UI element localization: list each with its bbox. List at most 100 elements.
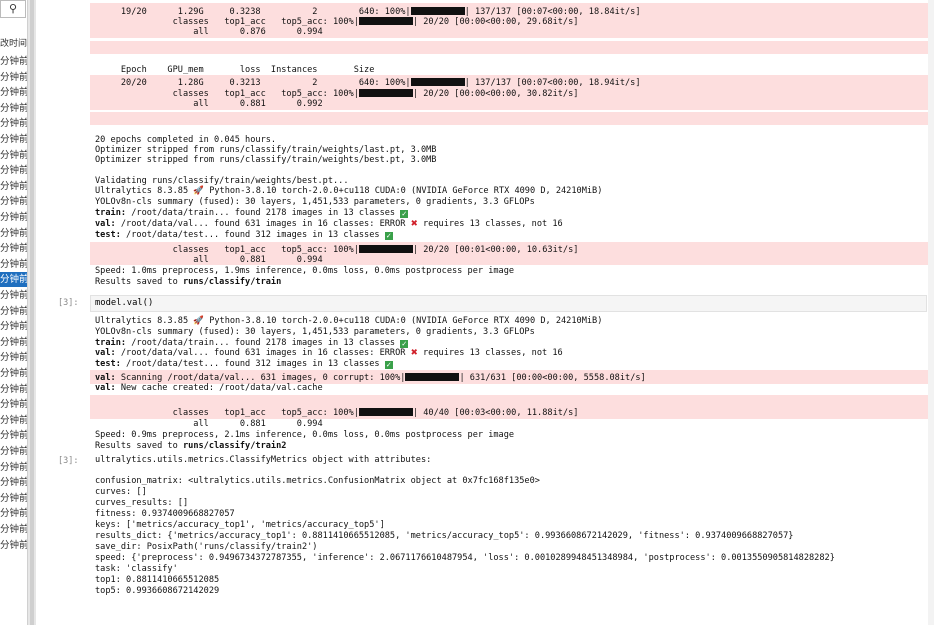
model-summary: YOLOv8n-cls summary (fused): 30 layers, … [95,327,535,337]
metrics-speed: speed: {'preprocess': 0.9496734372787355… [95,553,835,563]
file-list-item[interactable]: 分钟前 [0,272,27,288]
modified-column-header[interactable]: 改时间 [0,36,27,49]
progress-bar [358,408,413,416]
file-list-item[interactable]: 分钟前 [0,85,27,100]
speed-line: Speed: 1.0ms preprocess, 1.9ms inference… [95,266,515,276]
rocket-icon: 🚀 [193,186,205,196]
file-list-item[interactable]: 分钟前 [0,428,27,443]
metrics-curves: curves: [] [95,487,147,497]
val-classes: classes top1_acc top5_acc: 100%| | 40/40 … [95,408,579,418]
cell-prompt: [3]: [58,298,79,308]
file-list-item[interactable]: 分钟前 [0,460,27,475]
progress-bar [405,373,460,381]
file-list-item[interactable]: 分钟前 [0,350,27,365]
check-icon: ✓ [400,210,409,218]
file-browser-sidebar: ⚲ 改时间 分钟前 分钟前 分钟前 分钟前 分钟前 分钟前 分钟前 分钟前 分钟前 分钟前 分钟前分… [0,0,28,625]
file-list-item[interactable]: 分钟前 [0,319,27,334]
train-all-19: all 0.876 0.994 [95,27,323,37]
error-x-icon: ✖ [410,348,418,358]
val-dataset: val: /root/data/val... found 631 images … [95,219,563,229]
file-list-item[interactable]: 分钟前 [0,506,27,521]
metrics-curves-results: curves_results: [] [95,498,189,508]
train-header: Epoch GPU_mem loss Instances Size [95,65,375,75]
metrics-confusion: confusion_matrix: <ultralytics.utils.met… [95,476,540,486]
panel-splitter[interactable] [28,0,36,625]
val-all: all 0.881 0.994 [95,419,323,429]
train-row-20: 20/20 1.28G 0.3213 2 640: 100%| | 137/137… [95,78,641,88]
val-cache: val: New cache created: /root/data/val.c… [95,383,323,393]
file-list-item[interactable]: 分钟前 [0,288,27,303]
code-cell[interactable]: model.val() [90,295,927,312]
train-classes-19: classes top1_acc top5_acc: 100%| | 20/20 … [95,17,579,27]
train-classes-20: classes top1_acc top5_acc: 100%| | 20/20 … [95,89,579,99]
notebook-panel: 19/20 1.29G 0.3238 2 640: 100%| | 137/137… [50,0,934,625]
file-list-item[interactable]: 分钟前 [0,522,27,537]
val-classes: classes top1_acc top5_acc: 100%| | 20/20 … [95,245,579,255]
metrics-title: ultralytics.utils.metrics.ClassifyMetric… [95,455,432,465]
file-list-item[interactable]: 分钟前 [0,116,27,131]
train-all-20: all 0.881 0.992 [95,99,323,109]
file-list-item[interactable]: 分钟前 [0,226,27,241]
results-saved: Results saved to runs/classify/train2 [95,441,287,451]
file-list-item[interactable]: 分钟前 [0,132,27,147]
test-dataset: test: /root/data/test... found 312 image… [95,230,393,240]
output-prompt: [3]: [58,456,79,466]
epochs-done: 20 epochs completed in 0.045 hours. [95,135,277,145]
val-scan: val: Scanning /root/data/val... 631 imag… [95,373,646,383]
stderr-output [90,41,934,54]
file-list-item[interactable]: 分钟前 [0,382,27,397]
file-list-item[interactable]: 分钟前 [0,148,27,163]
file-list-item[interactable]: 分钟前 [0,179,27,194]
metrics-top1: top1: 0.8811410665512085 [95,575,220,585]
optimizer-last: Optimizer stripped from runs/classify/tr… [95,145,437,155]
stderr-output [90,112,934,125]
file-list-item[interactable]: 分钟前 [0,304,27,319]
search-icon[interactable]: ⚲ [0,0,26,18]
check-icon: ✓ [400,340,409,348]
file-list-item[interactable]: 分钟前 [0,194,27,209]
file-list-item[interactable]: 分钟前 [0,54,27,69]
error-x-icon: ✖ [410,219,418,229]
file-list-item[interactable]: 分钟前 [0,210,27,225]
results-saved: Results saved to runs/classify/train [95,277,282,287]
metrics-results-dict: results_dict: {'metrics/accuracy_top1': … [95,531,794,541]
file-list-item[interactable]: 分钟前 [0,257,27,272]
progress-bar [410,7,465,15]
file-list-item[interactable]: 分钟前 [0,413,27,428]
file-list-item[interactable]: 分钟前 [0,397,27,412]
progress-bar [410,78,465,86]
train-dataset: train: /root/data/train... found 2178 im… [95,208,409,218]
file-list-item[interactable]: 分钟前 [0,538,27,553]
train-row-19: 19/20 1.29G 0.3238 2 640: 100%| | 137/137… [95,7,641,17]
model-summary: YOLOv8n-cls summary (fused): 30 layers, … [95,197,535,207]
train-dataset: train: /root/data/train... found 2178 im… [95,338,409,348]
file-list-item[interactable]: 分钟前 [0,444,27,459]
metrics-task: task: 'classify' [95,564,178,574]
file-list-item[interactable]: 分钟前 [0,70,27,85]
file-list-item[interactable]: 分钟前 [0,101,27,116]
speed-line: Speed: 0.9ms preprocess, 2.1ms inference… [95,430,515,440]
file-list-item[interactable]: 分钟前 [0,163,27,178]
ultralytics-version: Ultralytics 8.3.85 🚀 Python-3.8.10 torch… [95,316,603,326]
val-all: all 0.881 0.994 [95,255,323,265]
ultralytics-version: Ultralytics 8.3.85 🚀 Python-3.8.10 torch… [95,186,603,196]
file-list-item[interactable]: 分钟前 [0,241,27,256]
progress-bar [358,89,413,97]
metrics-save-dir: save_dir: PosixPath('runs/classify/train… [95,542,318,552]
file-list-item[interactable]: 分钟前 [0,366,27,381]
progress-bar [358,245,413,253]
file-list-item[interactable]: 分钟前 [0,491,27,506]
optimizer-best: Optimizer stripped from runs/classify/tr… [95,155,437,165]
file-list-item[interactable]: 分钟前 [0,335,27,350]
check-icon: ✓ [384,361,393,369]
metrics-keys: keys: ['metrics/accuracy_top1', 'metrics… [95,520,385,530]
val-dataset: val: /root/data/val... found 631 images … [95,348,563,358]
metrics-top5: top5: 0.9936608672142029 [95,586,220,596]
notebook-scrollbar[interactable] [928,0,934,625]
rocket-icon: 🚀 [193,316,205,326]
metrics-fitness: fitness: 0.9374009668827057 [95,509,235,519]
progress-bar [358,17,413,25]
validating: Validating runs/classify/train/weights/b… [95,176,349,186]
file-list-item[interactable]: 分钟前 [0,475,27,490]
test-dataset: test: /root/data/test... found 312 image… [95,359,393,369]
